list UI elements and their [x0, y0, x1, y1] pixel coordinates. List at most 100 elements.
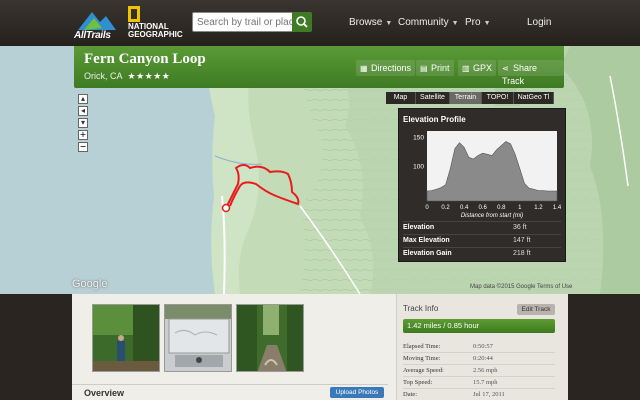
- directions-button[interactable]: ▦ Directions: [356, 60, 416, 76]
- x-tick-label: 0.8: [497, 205, 506, 211]
- alltrails-logo[interactable]: AllTrails: [74, 6, 120, 42]
- nav-browse[interactable]: Browse ▼: [349, 17, 392, 28]
- chevron-down-icon: ▼: [385, 20, 393, 27]
- stat-value: 36 ft: [513, 224, 527, 231]
- x-tick-label: 1.2: [534, 205, 543, 211]
- x-tick-label: 0.4: [460, 205, 469, 211]
- stat-label: Date:: [403, 391, 418, 398]
- pan-left-icon[interactable]: ◂: [78, 106, 88, 116]
- track-stats: Elapsed Time: 0:50:57 Moving Time: 0:20:44…: [403, 341, 555, 400]
- yellow-frame-icon: [128, 6, 140, 22]
- stat-label: Elapsed Time:: [403, 343, 441, 350]
- y-tick-label: 150: [413, 134, 424, 141]
- stat-max-elevation: Max Elevation 147 ft: [403, 234, 561, 247]
- nav-login[interactable]: Login: [527, 17, 551, 28]
- track-info-title: Track Info: [403, 304, 439, 313]
- tab-natgeo[interactable]: NatGeo Tl: [514, 92, 554, 104]
- stat-label: Max Elevation: [403, 237, 450, 244]
- print-label: Print: [431, 63, 450, 73]
- stat-label: Moving Time:: [403, 355, 441, 362]
- overview-header: Overview Upload Photos: [72, 384, 388, 400]
- zoom-out-icon[interactable]: −: [78, 142, 88, 152]
- stat-label: Elevation Gain: [403, 250, 452, 257]
- directions-label: Directions: [371, 63, 412, 73]
- map-type-tabs: Map Satellite Terrain TOPO! NatGeo Tl: [386, 92, 564, 104]
- x-tick-label: 1.4: [553, 205, 562, 211]
- stat-elevation: Elevation 36 ft: [403, 221, 561, 234]
- tab-topo[interactable]: TOPO!: [482, 92, 514, 104]
- overview-title: Overview: [84, 388, 125, 398]
- search-icon: [296, 16, 308, 28]
- elevation-chart: 100 150 0 0.2 0.4 0.6 0.8 1 1.2 1.4 Distance from …: [413, 131, 562, 219]
- pan-up-icon[interactable]: ▴: [78, 94, 88, 104]
- google-watermark: Google: [72, 278, 108, 290]
- stat-top-speed: Top Speed: 15.7 mph: [403, 377, 555, 389]
- nav-browse-label: Browse: [349, 17, 383, 28]
- stat-value: 147 ft: [513, 237, 531, 244]
- natgeo-logo[interactable]: NATIONAL GEOGRAPHIC: [128, 6, 183, 42]
- printer-icon: ▤: [420, 64, 428, 73]
- stat-value: 218 ft: [513, 250, 531, 257]
- stat-label: Elevation: [403, 224, 435, 231]
- trail-details-section: Overview Upload Photos Track Info Edit T…: [72, 294, 568, 400]
- hiker-trail-photo: [93, 305, 159, 371]
- top-navigation-bar: AllTrails NATIONAL GEOGRAPHIC Browse▼ Co…: [0, 0, 640, 46]
- zoom-in-icon[interactable]: +: [78, 130, 88, 140]
- stat-value: 2.56 mph: [473, 367, 498, 374]
- tab-terrain[interactable]: Terrain: [450, 92, 482, 104]
- alltrails-wordmark: AllTrails: [74, 30, 111, 41]
- x-tick-label: 1: [518, 205, 522, 211]
- gpx-label: GPX: [473, 63, 493, 73]
- gpx-button[interactable]: ▥ GPX: [458, 60, 497, 76]
- stat-value: 0:50:57: [473, 343, 493, 350]
- stat-label: Top Speed:: [403, 379, 433, 386]
- x-axis-label: Distance from start (mi): [461, 213, 523, 219]
- map-zoom-control: ▴ ◂ ▾ + −: [78, 94, 88, 154]
- photo-thumbnail[interactable]: [164, 304, 232, 372]
- trailhead-marker: [221, 203, 231, 213]
- nav-pro-label: Pro: [465, 17, 481, 28]
- track-info-panel: Track Info Edit Track 1.42 miles / 0.85 …: [396, 294, 568, 400]
- creek-canyon-photo: [237, 305, 303, 371]
- stat-date: Date: Jul 17, 2011: [403, 389, 555, 400]
- pan-down-icon[interactable]: ▾: [78, 118, 88, 128]
- chevron-down-icon: ▼: [483, 20, 491, 27]
- distance-summary: 1.42 miles / 0.85 hour: [403, 319, 555, 333]
- edit-track-button[interactable]: Edit Track: [517, 304, 555, 315]
- stat-average-speed: Average Speed: 2.56 mph: [403, 365, 555, 377]
- natgeo-line2: GEOGRAPHIC: [128, 30, 183, 39]
- x-tick-label: 0.6: [479, 205, 488, 211]
- stat-value: Jul 17, 2011: [473, 391, 505, 398]
- map-icon: ▦: [360, 64, 368, 73]
- upload-photos-button[interactable]: Upload Photos: [330, 387, 384, 398]
- share-track-button[interactable]: ⋖ Share Track: [498, 60, 564, 86]
- stat-label: Average Speed:: [403, 367, 444, 374]
- tab-map[interactable]: Map: [386, 92, 416, 104]
- print-button[interactable]: ▤ Print: [416, 60, 454, 76]
- nav-community[interactable]: Community ▼: [398, 17, 459, 28]
- elevation-stats: Elevation 36 ft Max Elevation 147 ft Eleva…: [403, 221, 561, 260]
- photo-thumbnail[interactable]: [92, 304, 160, 372]
- search-input[interactable]: [192, 12, 294, 32]
- search-bar: [192, 12, 312, 32]
- star-rating-icon: ★★★★★: [127, 71, 171, 81]
- nav-login-label: Login: [527, 17, 552, 28]
- photo-thumbnail[interactable]: [236, 304, 304, 372]
- file-icon: ▥: [462, 64, 470, 73]
- x-tick-label: 0.2: [441, 205, 450, 211]
- trail-title: Fern Canyon Loop: [84, 51, 206, 67]
- car-window-photo: [165, 305, 231, 371]
- stat-value: 0:20:44: [473, 355, 493, 362]
- stat-moving-time: Moving Time: 0:20:44: [403, 353, 555, 365]
- nav-community-label: Community: [398, 17, 449, 28]
- nav-pro[interactable]: Pro ▼: [465, 17, 491, 28]
- chevron-down-icon: ▼: [451, 20, 459, 27]
- trail-location: Orick, CA ★★★★★: [84, 71, 170, 82]
- share-icon: ⋖: [502, 64, 509, 73]
- map-attribution[interactable]: Map data ©2015 Google Terms of Use: [470, 284, 572, 290]
- tab-satellite[interactable]: Satellite: [416, 92, 450, 104]
- x-tick-label: 0: [425, 205, 429, 211]
- search-button[interactable]: [292, 12, 312, 32]
- mountain-logo-icon: [78, 12, 116, 30]
- stat-elapsed-time: Elapsed Time: 0:50:57: [403, 341, 555, 353]
